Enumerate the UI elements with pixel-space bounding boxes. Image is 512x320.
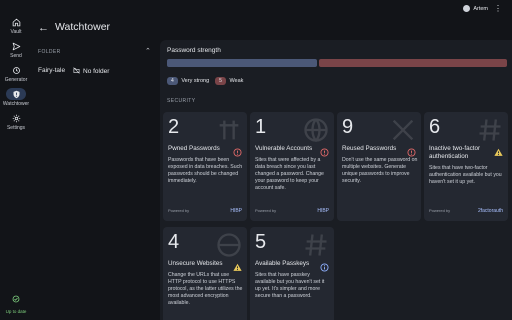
security-section-heading: SECURITY [167,98,196,104]
card-watermark-icon [305,234,327,256]
avatar[interactable] [463,5,471,12]
card-watermark-icon [392,119,414,141]
generator-icon [10,64,22,76]
folder-selected[interactable]: Fairy-tale [38,67,65,74]
card-title: Available Passkeys [255,260,310,267]
card-pwned-passwords[interactable]: 2 Pwned Passwords Passwords that have been… [163,112,247,221]
rail-item-vault[interactable]: Vault [0,16,32,35]
danger-alert-icon [233,144,242,157]
sync-status-label: Up to date [5,309,27,314]
back-arrow-icon[interactable]: ← [38,22,49,34]
user-status: Artem ⋮ [463,4,502,13]
sync-status[interactable]: Up to date [0,290,32,314]
very-strong-count: 4 [167,77,178,85]
app-window: Vault Send Generator Watchtower Settings… [0,0,512,320]
card-description: Passwords that have been exposed in data… [168,157,243,184]
strength-legend: 4 Very strong 5 Weak [167,77,244,85]
info-alert-icon [320,259,329,272]
warning-alert-icon [233,259,242,271]
very-strong-segment [167,59,318,67]
card-description: Sites that were affected by a data breac… [255,157,324,191]
powered-by-label: Powered by [429,208,451,213]
rail-item-label: Generator [4,77,28,83]
card-available-passkeys[interactable]: 5 Available Passkeys Sites that have passk… [250,227,334,320]
card-watermark-icon [217,233,241,257]
card-description: Don't use the same password on multiple … [342,157,418,184]
legend-weak[interactable]: 5 Weak [215,77,244,85]
danger-alert-icon [320,144,329,157]
card-description: Sites that have two-factor authenticatio… [429,165,502,185]
powered-by-label: Powered by [168,208,190,213]
card-watermark-icon [304,118,328,143]
rail-item-label: Settings [6,125,26,131]
rail-item-send[interactable]: Send [0,40,32,59]
no-folder-option[interactable]: No folder [73,67,109,76]
weak-segment [319,59,507,67]
user-name[interactable]: Artem [473,6,488,12]
more-options-icon[interactable]: ⋮ [494,4,502,13]
card-count: 2 [168,116,180,138]
rail-active-indicator [6,88,26,100]
rail-item-label: Vault [10,29,22,35]
warning-alert-icon [494,144,503,156]
card-vulnerable-accounts[interactable]: 1 Vulnerable Accounts Sites that were affe… [250,112,334,221]
card-reused-passwords[interactable]: 9 Reused Passwords Don't use the same pass… [337,112,421,221]
card-unsecure-websites[interactable]: 4 Unsecure Websites Change the URLs that u… [163,227,247,320]
card-count: 4 [168,231,180,253]
no-folder-icon [73,67,80,76]
rail-item-settings[interactable]: Settings [0,112,32,131]
card-count: 6 [429,116,441,138]
rail-item-watchtower[interactable]: Watchtower [0,88,32,107]
card-description: Sites that have passkey available but yo… [255,272,325,299]
powered-by-label: Powered by [255,208,277,213]
legend-very-strong[interactable]: 4 Very strong [167,77,210,85]
provider-link[interactable]: 2factorauth [478,208,503,214]
sync-check-icon [12,290,20,308]
card-title: Pwned Passwords [168,145,220,152]
folder-filter: Fairy-tale No folder [38,67,109,75]
provider-link[interactable]: HIBP [230,208,242,214]
send-icon [10,40,22,52]
very-strong-label: Very strong [181,78,210,84]
card-title: Reused Passwords [342,145,397,152]
home-icon [10,16,22,28]
card-count: 9 [342,116,354,138]
password-strength-title: Password strength [167,47,221,54]
rail-item-label: Watchtower [2,101,30,107]
danger-alert-icon [407,144,416,157]
card-title: Unsecure Websites [168,260,223,267]
navigation-rail: Vault Send Generator Watchtower Settings… [0,0,32,320]
card-title: Vulnerable Accounts [255,145,313,152]
card-count: 1 [255,116,267,138]
gear-icon [10,112,22,124]
card-title: Inactive two-factor authentication [429,145,481,160]
chevron-up-icon[interactable]: ⌃ [145,47,151,55]
rail-item-generator[interactable]: Generator [0,64,32,83]
card-inactive-2fa[interactable]: 6 Inactive two-factor authentication Sites… [424,112,508,221]
card-watermark-icon [479,119,501,141]
password-strength-bar [167,59,507,67]
rail-item-label: Send [10,53,22,59]
card-watermark-icon [219,120,239,140]
weak-count: 5 [215,77,226,85]
card-description: Change the URLs that use HTTP protocol t… [168,272,243,306]
no-folder-label: No folder [83,68,110,75]
weak-label: Weak [229,78,244,84]
shield-icon [10,88,22,100]
provider-link[interactable]: HIBP [317,208,329,214]
folder-section-heading: FOLDER [38,49,61,55]
card-count: 5 [255,231,267,253]
page-title: Watchtower [55,21,111,33]
watchtower-panel: Password strength 4 Very strong 5 Weak S… [160,40,512,320]
